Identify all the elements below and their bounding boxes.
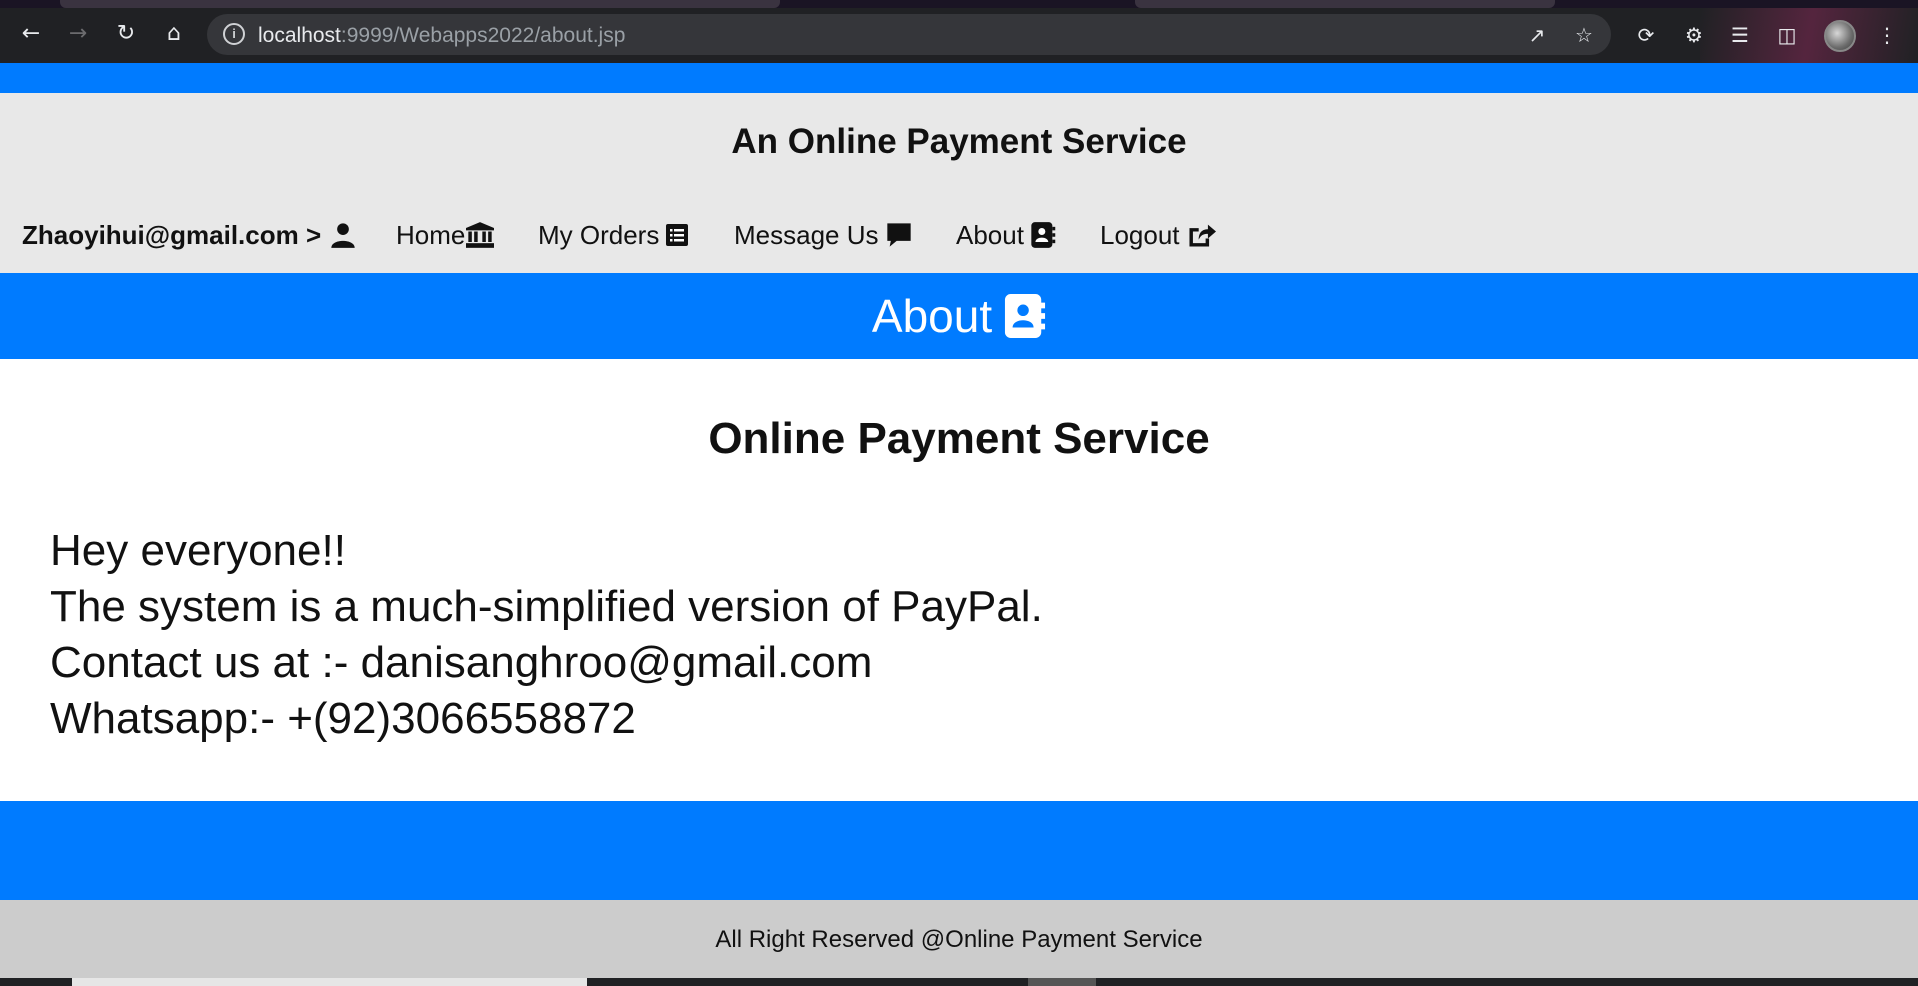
top-blue-bar: [0, 63, 1918, 93]
about-line-description: The system is a much-simplified version …: [50, 582, 1043, 631]
list-alt-icon: [666, 224, 689, 246]
nav-logout-label: Logout: [1100, 219, 1180, 250]
home-icon[interactable]: ⌂: [160, 20, 188, 48]
nav-user-account[interactable]: Zhaoyihui@gmail.com >: [22, 214, 357, 256]
share-square-icon: [1188, 224, 1216, 247]
nav-orders-label: My Orders: [538, 219, 660, 250]
reading-list-icon[interactable]: ☰: [1727, 22, 1753, 48]
back-arrow-icon[interactable]: ←: [17, 20, 45, 48]
tab-strip: [0, 0, 1918, 8]
nav-home[interactable]: Home: [396, 214, 495, 256]
site-info-icon[interactable]: i: [223, 23, 245, 45]
main-nav: Zhaoyihui@gmail.com > Home My Orders Mes…: [0, 214, 1918, 256]
nav-home-label: Home: [396, 219, 466, 250]
extensions-puzzle-icon[interactable]: ⚙: [1681, 22, 1707, 48]
browser-toolbar: ← → ↻ ⌂ i localhost:9999/Webapps2022/abo…: [0, 0, 1918, 63]
address-bar[interactable]: i localhost:9999/Webapps2022/about.jsp ↗…: [207, 14, 1611, 55]
footer-text: All Right Reserved @Online Payment Servi…: [715, 926, 1203, 953]
nav-message-label: Message Us: [734, 219, 879, 250]
about-line-whatsapp: Whatsapp:- +(92)3066558872: [50, 694, 636, 743]
user-icon: [331, 223, 355, 248]
sync-icon[interactable]: ⟳: [1633, 22, 1659, 48]
kebab-menu-icon[interactable]: ⋮: [1874, 22, 1900, 48]
about-banner: About: [0, 273, 1918, 359]
bank-icon: [466, 222, 495, 248]
taskbar-item[interactable]: [72, 978, 587, 986]
nav-user-label: Zhaoyihui@gmail.com >: [22, 219, 322, 250]
tab[interactable]: [60, 0, 780, 8]
nav-about-label: About: [956, 219, 1024, 250]
tab[interactable]: [1135, 0, 1555, 8]
nav-message-us[interactable]: Message Us: [734, 214, 913, 256]
bottom-blue-bar: [0, 801, 1918, 900]
bookmark-star-icon[interactable]: ☆: [1571, 22, 1597, 48]
forward-arrow-icon[interactable]: →: [64, 20, 92, 48]
share-icon[interactable]: ↗: [1524, 22, 1550, 48]
content-title: Online Payment Service: [708, 414, 1210, 463]
nav-logout[interactable]: Logout: [1100, 214, 1216, 256]
reload-icon[interactable]: ↻: [112, 20, 140, 48]
nav-about[interactable]: About: [956, 214, 1056, 256]
site-title: An Online Payment Service: [731, 122, 1187, 161]
about-line-contact: Contact us at :- danisanghroo@gmail.com: [50, 638, 873, 687]
about-heading: About: [871, 290, 993, 342]
taskbar-strip: [0, 978, 1918, 986]
side-panel-icon[interactable]: ◫: [1774, 22, 1800, 48]
nav-my-orders[interactable]: My Orders: [538, 214, 689, 256]
address-book-icon: [1005, 294, 1046, 338]
profile-avatar[interactable]: [1824, 20, 1856, 52]
comment-icon: [886, 223, 911, 247]
address-book-icon: [1031, 222, 1056, 248]
taskbar-item[interactable]: [1028, 978, 1096, 986]
about-line-greeting: Hey everyone!!: [50, 526, 346, 575]
url-text[interactable]: localhost:9999/Webapps2022/about.jsp: [258, 24, 625, 48]
